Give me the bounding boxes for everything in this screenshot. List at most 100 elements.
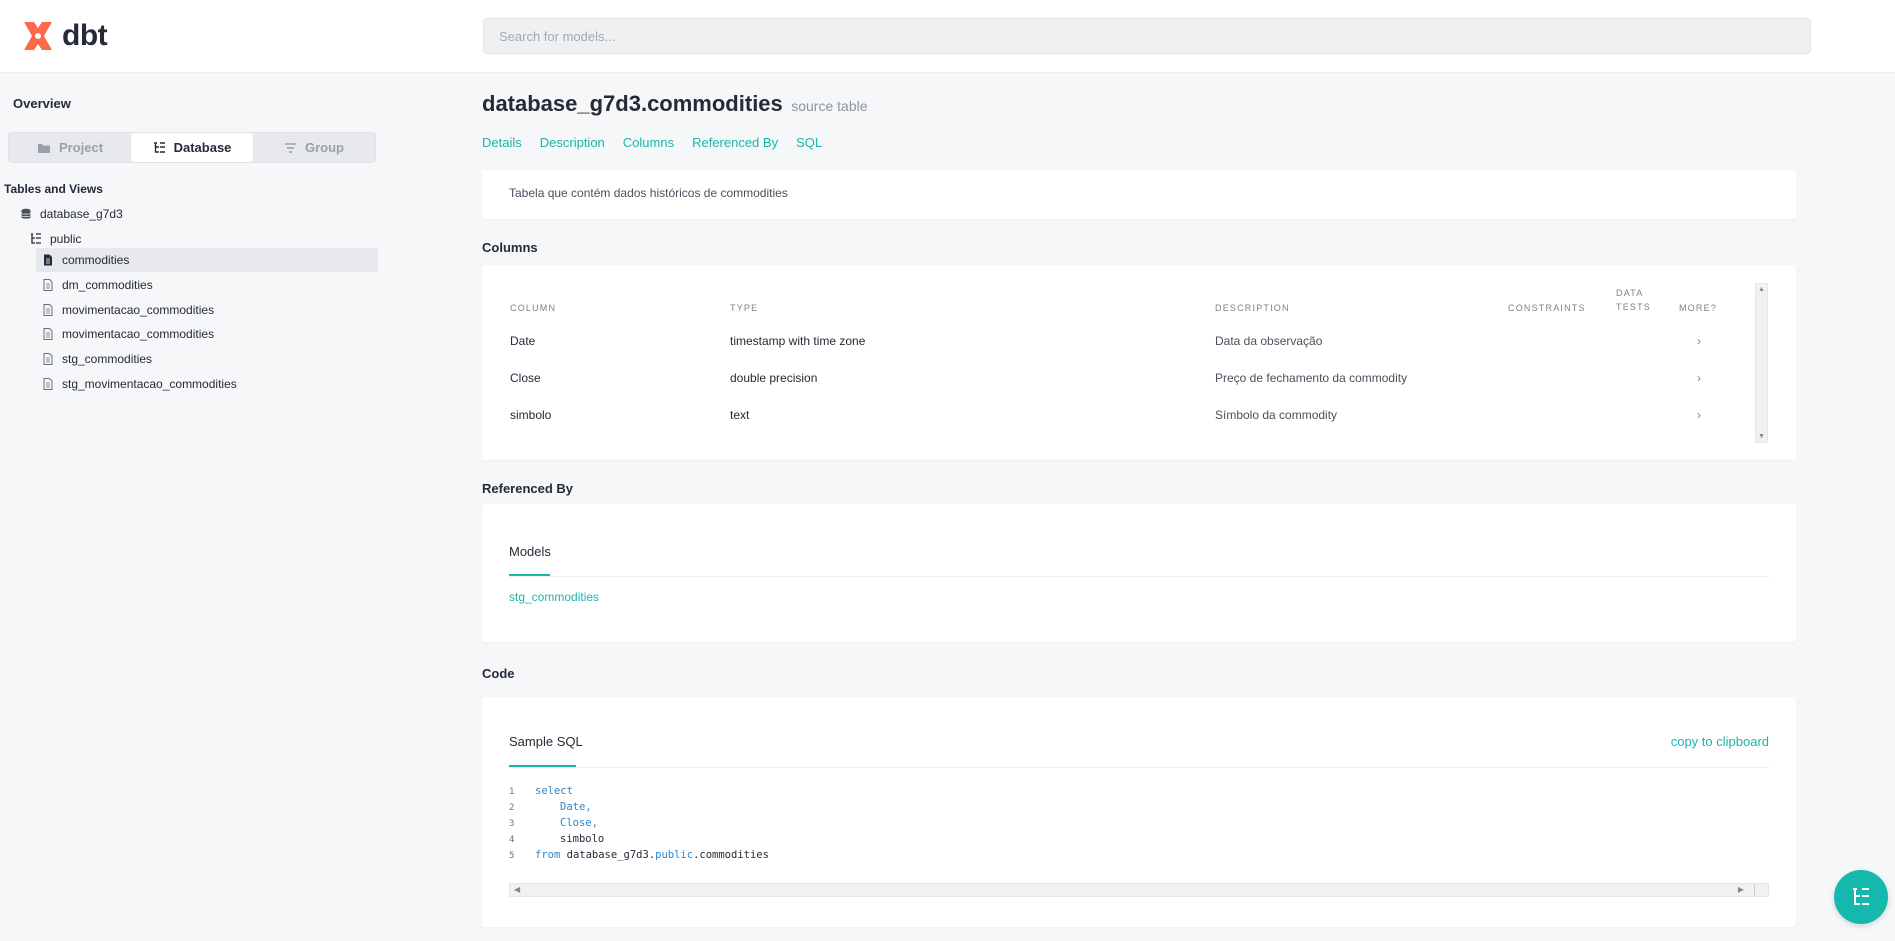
table-cell-column: simbolo — [510, 408, 552, 422]
code-line: 3 Close, — [509, 817, 598, 833]
tab-divider — [509, 576, 1769, 577]
code-identifier: simbolo — [560, 833, 605, 845]
nav-details[interactable]: Details — [482, 135, 522, 150]
tables-and-views-heading: Tables and Views — [4, 182, 103, 196]
scroll-left-arrow-icon[interactable]: ◀ — [514, 885, 520, 894]
scroll-right-arrow-icon[interactable]: ▶ — [1738, 885, 1744, 894]
resize-handle-icon[interactable] — [1754, 884, 1768, 896]
search-input[interactable] — [483, 18, 1811, 54]
lineage-graph-button[interactable] — [1834, 870, 1888, 924]
sql-code-block: 1 select 2 Date, 3 Close, 4 simbolo 5 from da… — [509, 785, 1769, 877]
code-identifier: Close, — [560, 817, 598, 829]
table-cell-type: double precision — [730, 371, 818, 385]
code-keyword: from — [535, 849, 561, 861]
code-line: 1 select — [509, 785, 573, 801]
code-heading: Code — [482, 666, 515, 681]
scroll-down-arrow-icon[interactable]: ▼ — [1758, 433, 1765, 440]
tree-database-label: database_g7d3 — [40, 207, 123, 221]
line-number: 2 — [509, 803, 515, 813]
page-subtitle: source table — [791, 98, 868, 114]
code-card: Sample SQL copy to clipboard 1 select 2 Da… — [482, 697, 1796, 927]
copy-to-clipboard-button[interactable]: copy to clipboard — [1671, 734, 1769, 749]
tab-sample-sql[interactable]: Sample SQL — [509, 734, 583, 749]
nav-columns[interactable]: Columns — [623, 135, 674, 150]
tree-item-label: stg_movimentacao_commodities — [62, 377, 237, 391]
group-tab-label: Group — [305, 140, 344, 155]
line-number: 1 — [509, 787, 515, 797]
tree-item-label: movimentacao_commodities — [62, 303, 215, 317]
code-line: 2 Date, — [509, 801, 592, 817]
table-cell-description: Preço de fechamento da commodity — [1215, 371, 1408, 385]
code-line: 4 simbolo — [509, 833, 604, 849]
table-cell-column: Date — [510, 334, 536, 348]
page-title: database_g7d3.commodities — [482, 91, 783, 116]
tree-item-label: movimentacao_commodities — [62, 327, 215, 341]
view-switcher: Project Database Group — [8, 132, 376, 163]
scroll-up-arrow-icon[interactable]: ▲ — [1758, 286, 1765, 293]
nav-description[interactable]: Description — [540, 135, 605, 150]
logo-text: dbt — [62, 19, 108, 52]
database-tab-label: Database — [173, 140, 232, 155]
tree-item-dm-commodities[interactable]: dm_commodities — [36, 273, 153, 297]
col-header-constraints: CONSTRAINTS — [1508, 303, 1586, 313]
file-icon — [43, 304, 53, 316]
schema-tree-icon — [31, 233, 41, 244]
tree-item-movimentacao-commodities-2[interactable]: movimentacao_commodities — [36, 322, 214, 346]
tree-item-commodities[interactable]: commodities — [36, 248, 378, 272]
filter-icon — [285, 142, 296, 153]
columns-heading: Columns — [482, 240, 538, 255]
table-cell-type: timestamp with time zone — [730, 334, 866, 348]
sidebar: Overview Project Database Group Tables a… — [0, 73, 390, 941]
top-header: dbt — [0, 0, 1895, 73]
tab-divider — [509, 767, 1769, 768]
nav-referenced-by[interactable]: Referenced By — [692, 135, 778, 150]
line-number: 4 — [509, 835, 515, 845]
tree-item-label: dm_commodities — [62, 278, 153, 292]
file-icon — [44, 254, 52, 266]
code-line: 5 from database_g7d3.public.commodities — [509, 849, 769, 865]
nav-sql[interactable]: SQL — [796, 135, 822, 150]
tab-models[interactable]: Models — [509, 544, 551, 559]
code-identifier: public — [655, 849, 694, 861]
col-header-description: DESCRIPTION — [1215, 303, 1290, 313]
tree-item-label: stg_commodities — [62, 352, 153, 366]
line-number: 3 — [509, 819, 515, 829]
row-expand-chevron-icon[interactable]: › — [1697, 371, 1701, 385]
row-expand-chevron-icon[interactable]: › — [1697, 334, 1701, 348]
page-title-row: database_g7d3.commodities source table — [482, 91, 868, 117]
referenced-by-heading: Referenced By — [482, 481, 574, 496]
row-expand-chevron-icon[interactable]: › — [1697, 408, 1701, 422]
file-icon — [43, 378, 53, 390]
database-tab[interactable]: Database — [131, 133, 253, 162]
dbt-logo[interactable]: dbt — [20, 18, 108, 54]
tree-item-label: commodities — [62, 253, 130, 267]
tree-item-movimentacao-commodities[interactable]: movimentacao_commodities — [36, 298, 214, 322]
database-icon — [21, 208, 31, 219]
description-card: Tabela que contém dados históricos de co… — [482, 170, 1796, 219]
file-icon — [43, 279, 53, 291]
tree-database[interactable]: database_g7d3 — [14, 202, 123, 226]
line-number: 5 — [509, 851, 515, 861]
tree-item-stg-commodities[interactable]: stg_commodities — [36, 347, 152, 371]
file-icon — [43, 353, 53, 365]
columns-vertical-scrollbar[interactable]: ▲ ▼ — [1755, 283, 1768, 443]
col-header-more: MORE? — [1679, 303, 1718, 313]
table-cell-description: Data da observação — [1215, 334, 1323, 348]
code-identifier: database_g7d3. — [566, 849, 656, 861]
table-cell-column: Close — [510, 371, 541, 385]
group-tab[interactable]: Group — [253, 133, 375, 162]
table-cell-description: Símbolo da commodity — [1215, 408, 1338, 422]
code-identifier: .commodities — [693, 849, 769, 861]
code-horizontal-scrollbar[interactable]: ◀ ▶ — [509, 883, 1769, 897]
code-keyword: select — [535, 785, 573, 797]
code-identifier: Date, — [560, 801, 592, 813]
col-header-type: TYPE — [730, 303, 759, 313]
referenced-model-link[interactable]: stg_commodities — [509, 590, 599, 604]
project-tab[interactable]: Project — [9, 133, 131, 162]
file-icon — [43, 328, 53, 340]
tree-item-stg-movimentacao-commodities[interactable]: stg_movimentacao_commodities — [36, 372, 237, 396]
col-header-column: COLUMN — [510, 303, 557, 313]
overview-link[interactable]: Overview — [13, 96, 71, 111]
col-header-data-tests: DATA TESTS — [1616, 288, 1652, 312]
tree-icon — [153, 141, 165, 153]
